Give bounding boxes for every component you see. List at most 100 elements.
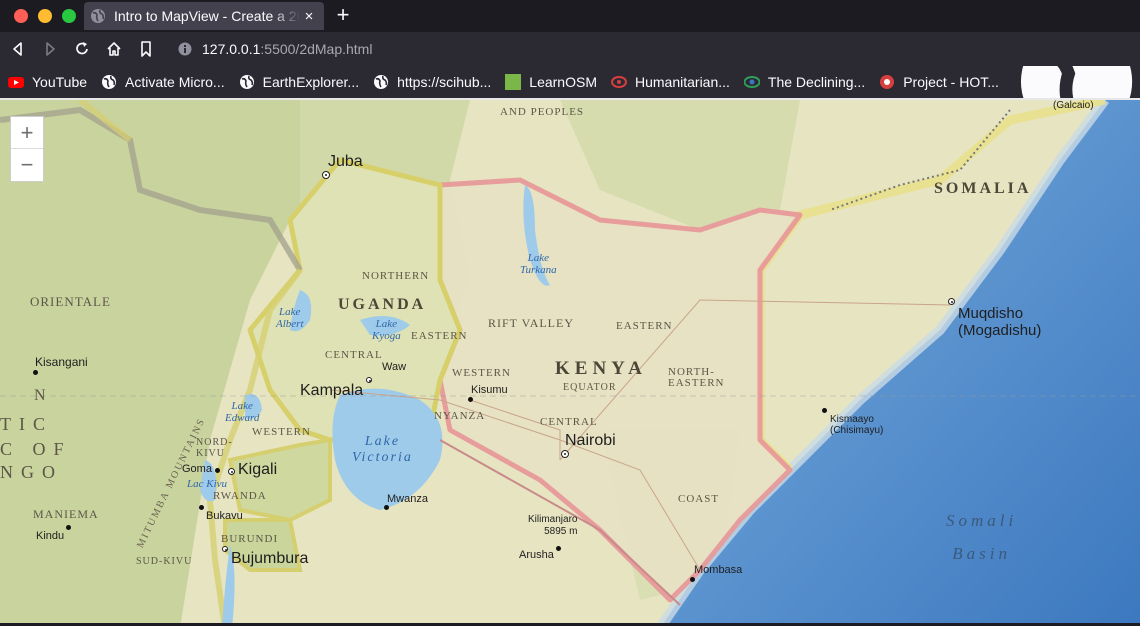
map-label-c-of-fragment: C OF <box>0 439 72 459</box>
capital-marker <box>228 468 235 475</box>
map-label-ngo-fragment: NGO <box>0 462 63 482</box>
reload-icon[interactable] <box>73 40 91 58</box>
town-marker <box>366 377 372 383</box>
bookmark-label: YouTube <box>32 74 88 90</box>
map-label-north-eastern: NORTH- EASTERN <box>668 366 725 389</box>
map-label-bukavu: Bukavu <box>206 510 243 522</box>
map-label-nord-kivu: NORD- KIVU <box>196 437 233 459</box>
globe-icon <box>91 9 105 23</box>
tab-bar: Intro to MapView - Create a 2D map × + <box>0 0 1140 32</box>
map-label-kisumu: Kisumu <box>471 384 508 396</box>
navigation-bar: 127.0.0.1:5500/2dMap.html <box>0 32 1140 66</box>
map-label-mwanza: Mwanza <box>387 493 428 505</box>
map-label-lac-kivu: Lac Kivu <box>187 478 228 490</box>
bookmark-icon[interactable] <box>137 40 155 58</box>
learnosm-icon <box>505 74 522 90</box>
map-view[interactable]: + − AND PEOPLES (Galcaio) Juba SOMALIA O… <box>0 98 1140 626</box>
map-label-kindu: Kindu <box>36 530 65 542</box>
map-label-tic-fragment: TIC <box>0 414 53 434</box>
city-marker <box>948 298 955 305</box>
map-label-eastern-kenya: EASTERN <box>616 320 673 332</box>
url-host: 127.0.0.1 <box>202 41 261 57</box>
url-path: :5500/2dMap.html <box>260 41 373 57</box>
map-label-somalia: SOMALIA <box>934 180 1032 197</box>
map-label-kismaayo: Kismaayo (Chisimayu) <box>830 414 884 436</box>
town-marker <box>690 577 695 582</box>
bookmark-label: Project - HOT... <box>903 74 999 90</box>
map-label-bujumbura: Bujumbura <box>231 550 309 567</box>
bookmark-the-declining[interactable]: The Declining... <box>743 74 866 90</box>
map-label-maniema: MANIEMA <box>33 507 99 521</box>
map-label-western-kenya: WESTERN <box>452 367 511 379</box>
bookmark-label: EarthExplorer... <box>262 74 360 90</box>
map-label-peoples: AND PEOPLES <box>500 106 585 118</box>
map-label-rift-valley: RIFT VALLEY <box>488 316 575 330</box>
capital-marker <box>561 450 569 458</box>
hot-icon <box>880 75 895 89</box>
browser-tab[interactable]: Intro to MapView - Create a 2D map × <box>84 2 324 30</box>
tab-close-icon[interactable]: × <box>300 8 318 25</box>
city-marker <box>322 171 330 179</box>
map-label-lake-turkana: Lake Turkana <box>520 252 557 276</box>
map-label-goma: Goma <box>182 463 212 475</box>
home-icon[interactable] <box>105 40 123 58</box>
map-label-mombasa: Mombasa <box>694 564 743 576</box>
bookmark-label: The Declining... <box>767 74 866 90</box>
map-label-lake-kyoga: Lake Kyoga <box>372 318 401 342</box>
bookmark-label: Activate Micro... <box>125 74 225 90</box>
youtube-icon <box>8 77 24 88</box>
url-text[interactable]: 127.0.0.1:5500/2dMap.html <box>202 41 372 57</box>
bookmark-activate-micro[interactable]: Activate Micro... <box>101 74 225 90</box>
bookmark-project-hot[interactable]: Project - HOT... <box>879 74 999 90</box>
back-arrow-icon[interactable] <box>9 40 27 58</box>
map-label-kigali: Kigali <box>238 461 278 478</box>
forward-arrow-icon[interactable] <box>41 40 59 58</box>
bookmark-humanitarian[interactable]: Humanitarian... <box>610 74 730 90</box>
globe-icon <box>374 75 389 89</box>
map-label-lake-edward: Lake Edward <box>225 400 260 424</box>
map-label-uganda: UGANDA <box>338 296 427 313</box>
map-label-kampala: Kampala <box>300 382 364 399</box>
capital-marker <box>222 546 228 552</box>
town-marker <box>822 408 827 413</box>
town-marker <box>199 505 204 510</box>
tab-title: Intro to MapView - Create a 2D map <box>114 8 300 24</box>
globe-icon <box>239 75 254 89</box>
zoom-out-button[interactable]: − <box>11 149 43 181</box>
map-label-sud-kivu: SUD-KIVU <box>136 556 193 567</box>
town-marker <box>66 525 71 530</box>
overflow-globe-icon[interactable] <box>1013 66 1140 98</box>
map-label-coast: COAST <box>678 493 720 505</box>
bookmarks-toolbar: YouTube Activate Micro... EarthExplorer.… <box>0 66 1140 98</box>
window-maximize-button[interactable] <box>62 9 76 23</box>
eye-icon <box>743 76 760 88</box>
zoom-in-button[interactable]: + <box>11 117 43 149</box>
map-label-juba: Juba <box>328 153 363 170</box>
map-label-galcaio: (Galcaio) <box>1053 100 1094 111</box>
bookmark-scihub[interactable]: https://scihub... <box>373 74 491 90</box>
map-label-central-kenya: CENTRAL <box>540 416 598 428</box>
map-label-lake-albert: Lake Albert <box>276 306 304 330</box>
window-close-button[interactable] <box>14 9 28 23</box>
bookmark-youtube[interactable]: YouTube <box>8 74 87 90</box>
bookmark-learnosm[interactable]: LearnOSM <box>505 74 597 90</box>
page-info-icon[interactable] <box>178 42 192 56</box>
bookmark-label: Humanitarian... <box>634 74 730 90</box>
map-label-nairobi: Nairobi <box>565 432 616 449</box>
hot-icon <box>610 76 627 88</box>
map-label-kenya: KENYA <box>555 358 647 379</box>
map-label-nyanza: NYANZA <box>434 410 486 422</box>
map-label-kilimanjaro: Kilimanjaro 5895 m <box>528 514 578 537</box>
map-label-somali-basin: Somali Basin <box>946 511 1018 563</box>
address-bar[interactable]: 127.0.0.1:5500/2dMap.html <box>166 35 1132 63</box>
map-label-northern: NORTHERN <box>362 270 430 282</box>
map-label-arusha: Arusha <box>519 549 554 561</box>
map-label-central-uganda: CENTRAL <box>325 349 383 361</box>
bookmark-earthexplorer[interactable]: EarthExplorer... <box>239 74 360 90</box>
window-minimize-button[interactable] <box>38 9 52 23</box>
map-label-lake-victoria: Lake Victoria <box>352 434 413 465</box>
zoom-control: + − <box>10 116 44 182</box>
town-marker <box>384 505 389 510</box>
new-tab-button[interactable]: + <box>332 4 354 26</box>
town-marker <box>33 370 38 375</box>
